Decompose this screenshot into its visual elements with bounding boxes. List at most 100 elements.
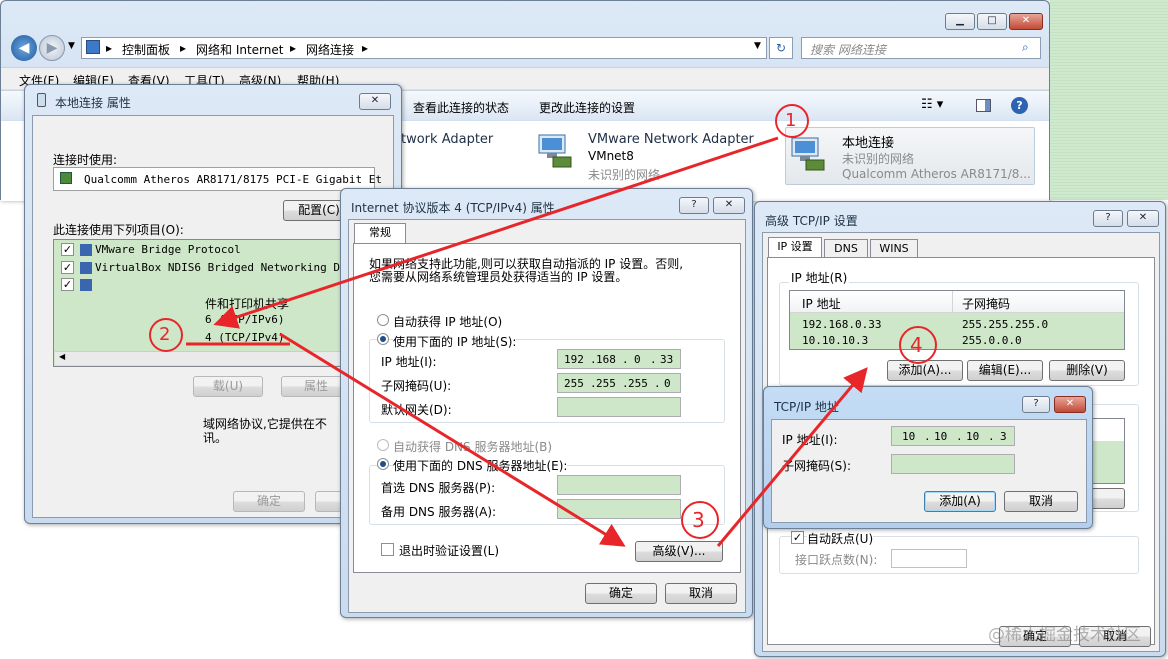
validate-checkbox[interactable] (381, 543, 394, 556)
auto-metric-label[interactable]: 自动跃点(U) (807, 530, 874, 547)
preferred-dns-field[interactable] (557, 475, 681, 495)
change-settings-button[interactable]: 更改此连接的设置 (539, 99, 635, 116)
vmnet-name[interactable]: VMware Network Adapter (588, 132, 754, 147)
vmnet-status: 未识别的网络 (588, 168, 661, 182)
ok-button[interactable]: 确定 (233, 491, 305, 512)
local-connection-tile[interactable]: 本地连接 未识别的网络 Qualcomm Atheros AR8171/8... (785, 127, 1035, 185)
ip-address-field[interactable]: 192. 168. 0. 33 (557, 349, 681, 369)
auto-metric-checkbox[interactable]: ✓ (791, 531, 804, 544)
protocol-icon (80, 244, 92, 256)
close-button[interactable]: ✕ (713, 197, 745, 214)
device-name: Qualcomm Atheros AR8171/8175 PCI-E Gigab… (84, 173, 383, 186)
horizontal-scrollbar[interactable]: ◀ ▶ (55, 351, 377, 365)
manual-dns-label[interactable]: 使用下面的 DNS 服务器地址(E): (393, 457, 568, 474)
address-bar[interactable]: ▸ 控制面板 ▸ 网络和 Internet ▸ 网络连接 ▸ ▼ (81, 37, 767, 59)
table-row-mask[interactable]: 255.255.255.0 (962, 318, 1048, 331)
item-checkbox-vmware[interactable]: ✓ (61, 243, 74, 256)
mask-octet: 255 (628, 377, 648, 390)
subnet-mask-label: 子网掩码(S): (782, 459, 852, 473)
table-row-ip[interactable]: 192.168.0.33 (802, 318, 881, 331)
list-item[interactable]: 4 (TCP/IPv4) (205, 331, 284, 344)
manual-dns-radio[interactable] (377, 458, 389, 470)
ip-address-field[interactable]: 10. 10. 10. 3 (891, 426, 1015, 446)
back-button[interactable]: ◀ (11, 35, 37, 61)
auto-ip-radio[interactable] (377, 314, 389, 326)
add-button[interactable]: 添加(A) (924, 491, 996, 512)
auto-dns-radio[interactable] (377, 439, 389, 451)
list-item[interactable]: VMware Bridge Protocol (95, 243, 241, 256)
chevron-down-icon[interactable]: ▼ (754, 41, 761, 51)
remove-button[interactable]: 删除(V) (1049, 360, 1125, 381)
help-button[interactable]: ? (679, 197, 709, 214)
tab-general[interactable]: 常规 (354, 223, 406, 243)
step-number-4: 4 (910, 333, 923, 357)
gateway-label: 默认网关(D): (381, 403, 452, 417)
local-connection-status: 未识别的网络 (842, 152, 915, 166)
history-dropdown-icon[interactable]: ▼ (68, 41, 75, 51)
auto-dns-label[interactable]: 自动获得 DNS 服务器地址(B) (393, 438, 552, 455)
ip-octet: 33 (660, 353, 674, 366)
list-item[interactable]: VirtualBox NDIS6 Bridged Networking Driv… (95, 261, 367, 274)
alternate-dns-field[interactable] (557, 499, 681, 519)
advanced-button[interactable]: 高级(V)... (635, 541, 723, 562)
device-field: Qualcomm Atheros AR8171/8175 PCI-E Gigab… (53, 167, 382, 191)
mask-octet: 255 (596, 377, 616, 390)
preview-pane-icon[interactable] (976, 99, 991, 112)
view-status-button[interactable]: 查看此连接的状态 (413, 99, 509, 116)
scroll-left-icon[interactable]: ◀ (59, 352, 65, 361)
help-icon[interactable]: ? (1011, 97, 1028, 114)
column-header-mask[interactable]: 子网掩码 (962, 295, 1010, 312)
column-divider (952, 291, 953, 313)
ok-button[interactable]: 确定 (585, 583, 657, 604)
forward-button[interactable]: ▶ (39, 35, 65, 61)
close-button[interactable]: ✕ (359, 93, 391, 110)
table-row-ip[interactable]: 10.10.10.3 (802, 334, 868, 347)
search-input[interactable]: 搜索 网络连接 ⌕ (801, 37, 1041, 59)
help-button[interactable]: ? (1022, 396, 1050, 413)
search-icon[interactable]: ⌕ (1022, 40, 1029, 55)
breadcrumb-network-connections[interactable]: 网络连接 (306, 41, 354, 58)
step-number-3: 3 (692, 508, 705, 532)
list-item[interactable]: 件和打印机共享 (205, 295, 289, 312)
network-adapter-icon (535, 131, 575, 171)
column-header-ip[interactable]: IP 地址 (802, 295, 841, 312)
close-button[interactable]: ✕ (1009, 13, 1043, 30)
add-button[interactable]: 添加(A)... (887, 360, 963, 381)
subnet-mask-field[interactable] (891, 454, 1015, 474)
tab-wins[interactable]: WINS (870, 239, 918, 259)
maximize-button[interactable]: □ (977, 13, 1007, 30)
metric-field[interactable] (891, 549, 967, 568)
list-item[interactable]: 6 (TCP/IPv6) (205, 313, 284, 326)
auto-ip-label[interactable]: 自动获得 IP 地址(O) (393, 313, 502, 330)
item-checkbox-virtualbox[interactable]: ✓ (61, 261, 74, 274)
breadcrumb-network-internet[interactable]: 网络和 Internet (196, 41, 283, 58)
adapter-name-partial[interactable]: twork Adapter (401, 132, 493, 147)
cancel-button[interactable]: 取消 (665, 583, 737, 604)
ip-octet: 10 (934, 430, 948, 443)
network-card-icon (60, 172, 72, 184)
gateway-field[interactable] (557, 397, 681, 417)
tab-dns[interactable]: DNS (824, 239, 868, 259)
manual-ip-radio[interactable] (377, 333, 389, 345)
ip-table: IP 地址 子网掩码 192.168.0.33 255.255.255.0 10… (789, 290, 1125, 350)
validate-label[interactable]: 退出时验证设置(L) (399, 542, 499, 559)
network-icon (37, 93, 46, 107)
close-button[interactable]: ✕ (1054, 396, 1086, 413)
help-button[interactable]: ? (1093, 210, 1123, 227)
breadcrumb-control-panel[interactable]: 控制面板 (122, 41, 170, 58)
close-button[interactable]: ✕ (1127, 210, 1159, 227)
tab-ip-settings[interactable]: IP 设置 (768, 237, 822, 257)
cancel-button[interactable]: 取消 (1004, 491, 1078, 512)
breadcrumb-separator-icon: ▸ (106, 41, 113, 55)
subnet-mask-field[interactable]: 255. 255. 255. 0 (557, 373, 681, 393)
manual-ip-label[interactable]: 使用下面的 IP 地址(S): (393, 333, 517, 350)
refresh-button[interactable]: ↻ (769, 37, 793, 59)
edit-button[interactable]: 编辑(E)... (967, 360, 1043, 381)
view-options-icon[interactable]: ☷ ▾ (921, 97, 943, 112)
control-panel-icon (86, 40, 100, 54)
minimize-button[interactable]: ▁ (945, 13, 975, 30)
table-row-mask[interactable]: 255.0.0.0 (962, 334, 1022, 347)
item-checkbox-3[interactable]: ✓ (61, 278, 74, 291)
local-connection-device: Qualcomm Atheros AR8171/8... (842, 167, 1031, 181)
uninstall-button[interactable]: 载(U) (193, 376, 263, 397)
